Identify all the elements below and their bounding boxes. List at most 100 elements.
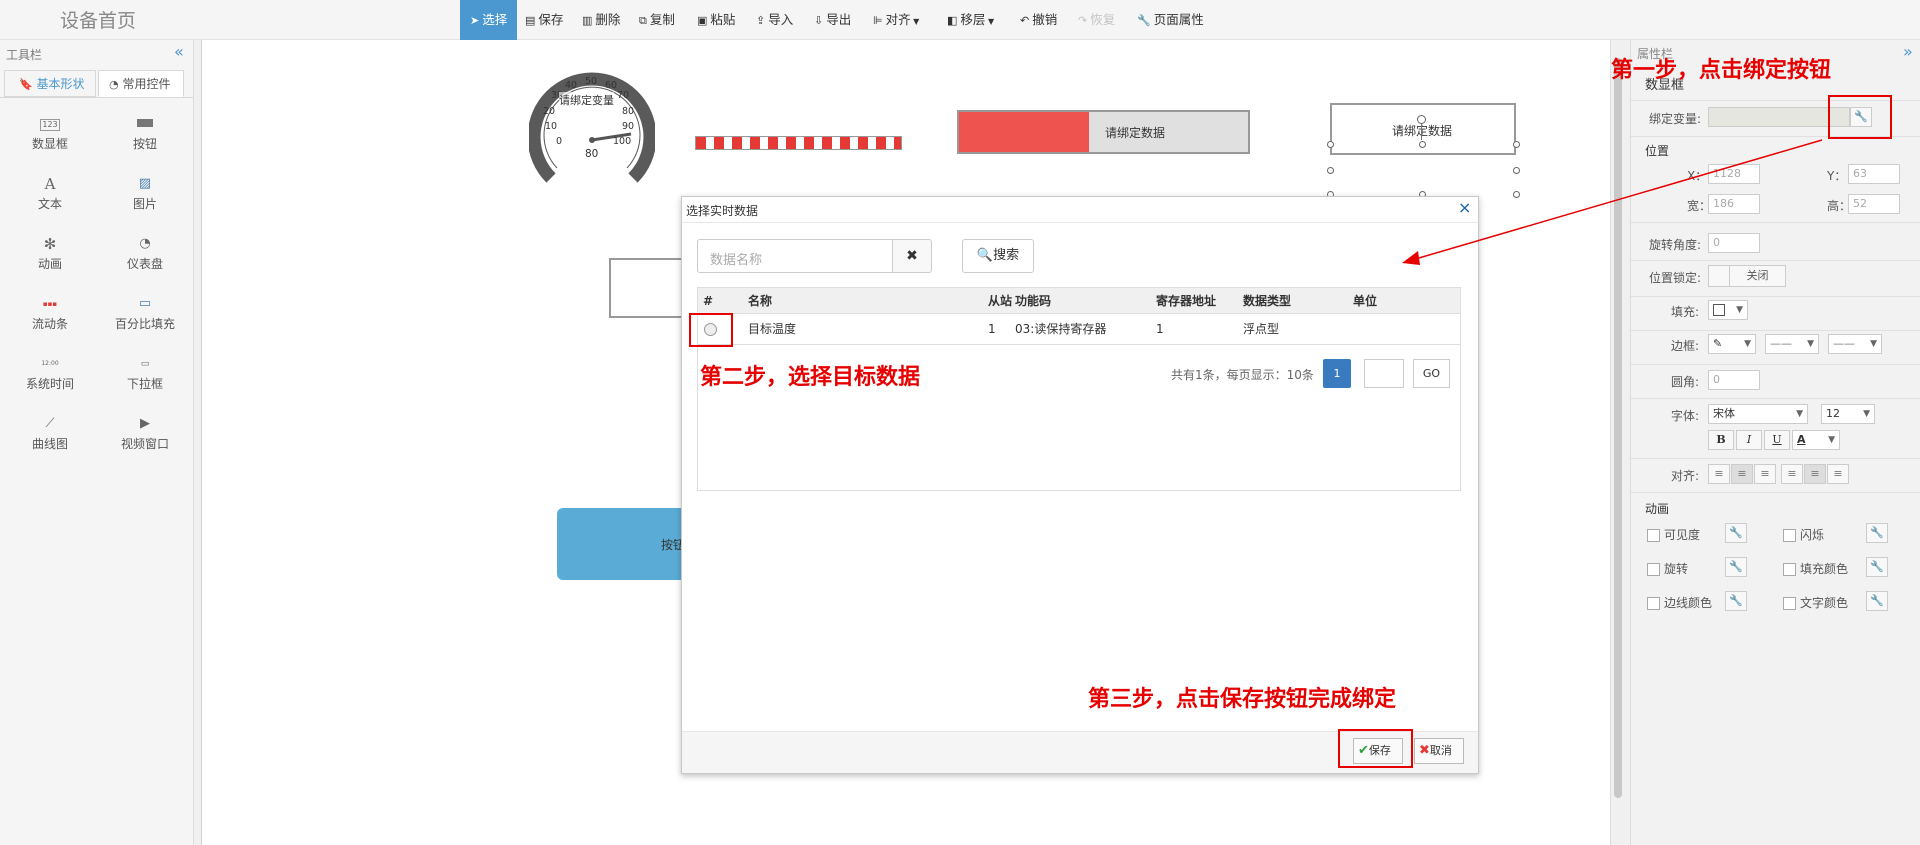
anim-fill-color[interactable]: 填充颜色 [1783,560,1848,577]
tool-line-chart[interactable]: ⟋ 曲线图 [5,413,95,452]
tab-common-controls-label: 常用控件 [122,77,171,91]
tool-numeric-display[interactable]: 123 数显框 [5,113,95,152]
clear-icon: ✖ [906,248,918,264]
bold-button[interactable]: B [1708,430,1734,450]
tool-button[interactable]: 按钮 [100,113,190,152]
collapse-right-icon[interactable]: » [1903,42,1913,61]
font-color-icon: A [1797,433,1806,446]
button-widget[interactable]: 按钮 [557,508,687,580]
text-box-widget[interactable] [609,258,689,318]
tool-video-window[interactable]: ▶ 视频窗口 [100,413,190,452]
anim-border-color[interactable]: 边线颜色 [1647,594,1712,611]
paste-button[interactable]: ▣ 粘贴 [697,0,735,40]
tool-text[interactable]: A 文本 [5,173,95,212]
tab-divider [0,97,193,98]
anim-label: 文字颜色 [1800,596,1849,610]
layer-dropdown[interactable]: ◧ 移层 ▼ [947,0,994,40]
table-row[interactable]: 目标温度 1 03:读保持寄存器 1 浮点型 [698,315,1460,345]
chevron-down-icon: ▼ [1863,409,1870,419]
checkbox[interactable] [1647,563,1660,576]
align-center-icon[interactable]: ≡ [1731,464,1753,484]
border-color-picker[interactable]: ✎ ▼ [1708,334,1756,354]
valign-top-icon[interactable]: ≡ [1781,464,1803,484]
delete-button[interactable]: ▥ 删除 [582,0,620,40]
resize-handle[interactable] [1327,167,1334,174]
undo-button[interactable]: ↶ 撤销 [1020,0,1057,40]
anim-rotate[interactable]: 旋转 [1647,560,1688,577]
clear-search-button[interactable]: ✖ [892,239,932,273]
anim-text-color[interactable]: 文字颜色 [1783,594,1848,611]
page-properties-button[interactable]: 🔧 页面属性 [1137,0,1204,40]
align-right-icon[interactable]: ≡ [1754,464,1776,484]
tool-label: 仪表盘 [126,257,163,271]
tool-animation[interactable]: ✻ 动画 [5,233,95,272]
checkbox[interactable] [1783,529,1796,542]
checkbox[interactable] [1647,597,1660,610]
anim-visibility[interactable]: 可见度 [1647,526,1700,543]
redo-button[interactable]: ↷ 恢复 [1078,0,1115,40]
font-family-select[interactable]: 宋体 ▼ [1708,404,1808,424]
anim-fill-color-wrench-button[interactable]: 🔧 [1866,557,1888,577]
bookmark-icon: 🔖 [19,78,33,91]
tab-common-controls[interactable]: ◔ 常用控件 [98,70,184,97]
height-input[interactable]: 52 [1848,194,1900,214]
close-x-icon: ✖ [1419,743,1430,758]
valign-bottom-icon[interactable]: ≡ [1827,464,1849,484]
go-button[interactable]: GO [1413,359,1450,388]
align-dropdown[interactable]: ⊫ 对齐 ▼ [873,0,919,40]
radius-input[interactable]: 0 [1708,370,1760,390]
underline-button[interactable]: U [1764,430,1790,450]
tool-system-time[interactable]: 12:00 系统时间 [5,353,95,392]
gauge-tick-0: 0 [556,136,563,147]
gauge-bottom-value: 80 [585,148,599,160]
italic-button[interactable]: I [1736,430,1762,450]
rotate-handle[interactable] [1417,115,1426,124]
anim-blink[interactable]: 闪烁 [1783,526,1824,543]
page-button-current[interactable]: 1 [1323,359,1351,388]
export-button[interactable]: ⇩ 导出 [814,0,851,40]
resize-handle[interactable] [1327,141,1334,148]
anim-text-color-wrench-button[interactable]: 🔧 [1866,591,1888,611]
copy-button[interactable]: ⧉ 复制 [639,0,675,40]
font-color-picker[interactable]: A ▼ [1792,430,1840,450]
align-left-icon[interactable]: ≡ [1708,464,1730,484]
fill-color-picker[interactable]: ▼ [1708,300,1748,320]
tool-dropdown[interactable]: ▭ 下拉框 [100,353,190,392]
anim-visibility-wrench-button[interactable]: 🔧 [1725,523,1747,543]
dropdown-icon: ▭ [140,359,150,369]
collapse-left-icon[interactable]: « [174,42,184,61]
flow-bar-widget[interactable] [695,136,902,150]
checkbox[interactable] [1647,529,1660,542]
tool-gauge[interactable]: ◔ 仪表盘 [100,233,190,272]
anim-rotate-wrench-button[interactable]: 🔧 [1725,557,1747,577]
anim-border-color-wrench-button[interactable]: 🔧 [1725,591,1747,611]
percent-fill-widget[interactable]: 请绑定数据 [957,110,1250,154]
tab-basic-shapes[interactable]: 🔖 基本形状 [4,70,96,97]
anim-blink-wrench-button[interactable]: 🔧 [1866,523,1888,543]
page-jump-input[interactable] [1364,359,1404,388]
checkbox[interactable] [1783,597,1796,610]
save-toolbar-button[interactable]: ▤ 保存 [525,0,563,40]
annotation-box-bind-button [1828,95,1892,139]
chevron-down-icon: ▼ [985,17,995,26]
dialog-cancel-button[interactable]: ✖取消 [1414,738,1464,764]
pagination-info: 共有1条，每页显示：10条 [1171,368,1314,382]
search-input[interactable]: 数据名称 [697,239,893,273]
tool-percent-fill[interactable]: ▭ 百分比填充 [100,293,190,332]
checkbox[interactable] [1783,563,1796,576]
valign-middle-icon[interactable]: ≡ [1804,464,1826,484]
align-icon: ⊫ [873,14,883,27]
select-button[interactable]: ➤ 选择 [460,0,518,40]
border-width-select[interactable]: —— ▼ [1828,334,1882,354]
border-style-select[interactable]: —— ▼ [1765,334,1819,354]
font-size-select[interactable]: 12 ▼ [1821,404,1875,424]
y-input[interactable]: 63 [1848,164,1900,184]
tool-label: 流动条 [31,317,68,331]
import-button[interactable]: ⇪ 导入 [756,0,793,40]
wrench-icon: 🔧 [1870,526,1884,539]
tool-flow-bar[interactable]: ▪▪▪ 流动条 [5,293,95,332]
tool-image[interactable]: ▨ 图片 [100,173,190,212]
search-button[interactable]: 🔍搜索 [962,239,1034,273]
gauge-widget[interactable]: 0 10 20 30 40 50 60 70 80 90 100 请绑定变量 8… [527,68,657,194]
chevron-down-icon: ▼ [1870,339,1877,349]
